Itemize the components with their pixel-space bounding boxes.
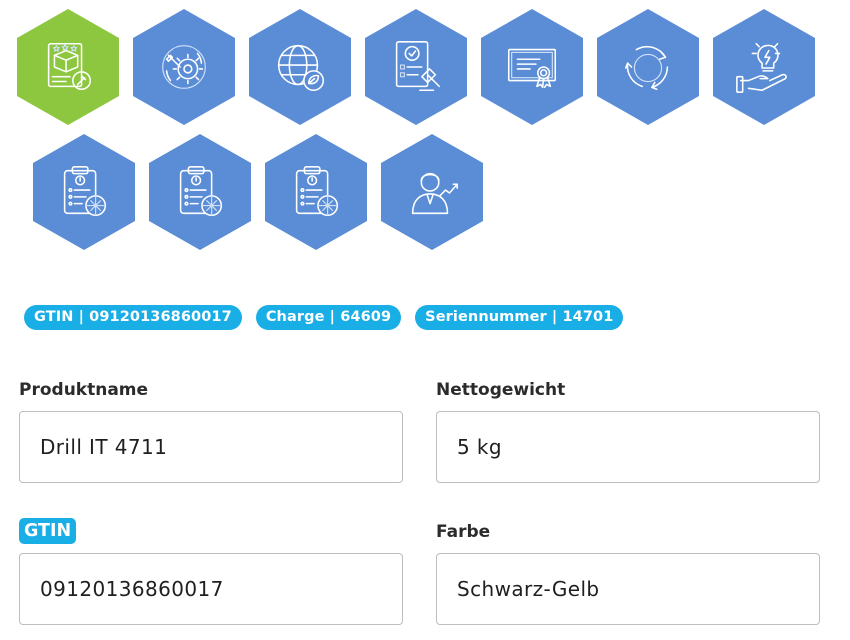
icon-tile-safety-1[interactable] <box>33 134 135 250</box>
gtin-label-badge: GTIN <box>19 518 77 544</box>
color-field: Farbe <box>436 520 820 626</box>
clipboard-warning-icon <box>295 166 339 217</box>
gear-tools-icon <box>162 45 206 89</box>
recycle-cycle-icon <box>624 45 669 91</box>
icon-tile-sustainability[interactable] <box>249 9 351 125</box>
identifier-tags: GTIN | 09120136860017 Charge | 64609 Ser… <box>24 305 624 330</box>
gtin-field: GTIN <box>19 518 403 626</box>
icon-tile-product-info[interactable] <box>17 9 119 125</box>
icon-tile-safety-2[interactable] <box>149 134 251 250</box>
product-box-rating-icon <box>47 42 92 91</box>
icon-tile-certificate[interactable] <box>481 9 583 125</box>
gtin-input[interactable] <box>19 553 403 625</box>
tag-charge: Charge | 64609 <box>255 305 402 330</box>
product-name-field: Produktname <box>19 378 403 484</box>
certificate-icon <box>507 48 557 89</box>
icon-tile-energy[interactable] <box>713 9 815 125</box>
color-label: Farbe <box>436 522 491 542</box>
net-weight-label: Nettogewicht <box>436 380 566 400</box>
color-input[interactable] <box>436 553 820 625</box>
product-name-label: Produktname <box>19 380 149 400</box>
tag-gtin: GTIN | 09120136860017 <box>24 305 242 330</box>
tag-serial-number: Seriennummer | 14701 <box>415 305 624 330</box>
icon-tile-circular[interactable] <box>597 9 699 125</box>
icon-tile-maintenance[interactable] <box>133 9 235 125</box>
clipboard-warning-icon <box>63 166 107 217</box>
icon-tile-safety-3[interactable] <box>265 134 367 250</box>
product-name-input[interactable] <box>19 411 403 483</box>
clipboard-warning-icon <box>179 166 223 217</box>
net-weight-field: Nettogewicht <box>436 378 820 484</box>
hand-lightbulb-icon <box>736 42 787 93</box>
icon-tile-manufacturer[interactable] <box>381 134 483 250</box>
person-growth-icon <box>411 172 458 215</box>
net-weight-input[interactable] <box>436 411 820 483</box>
checklist-gavel-icon <box>395 41 441 92</box>
globe-leaf-icon <box>277 44 325 92</box>
icon-tile-compliance[interactable] <box>365 9 467 125</box>
